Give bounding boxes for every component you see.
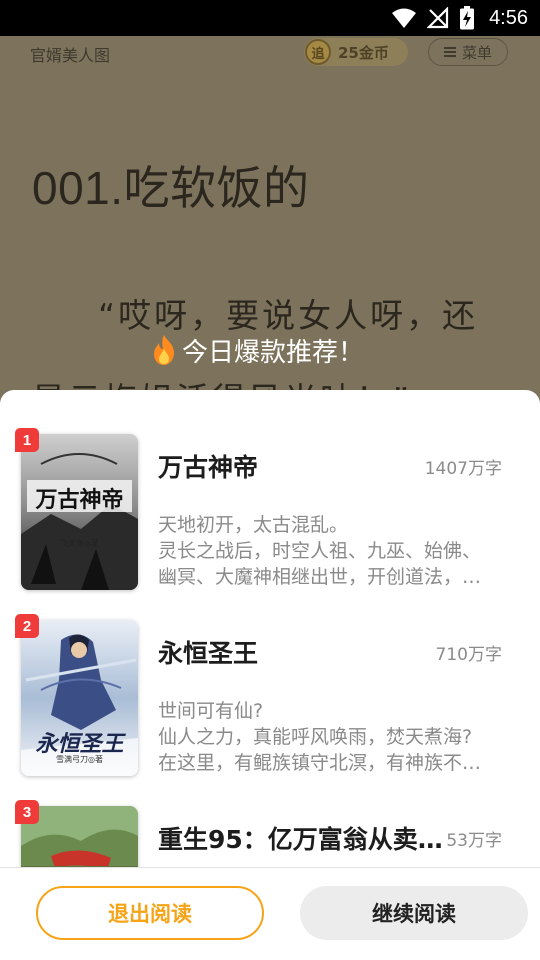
wifi-icon <box>392 8 417 28</box>
rank-badge: 2 <box>15 614 39 638</box>
menu-label: 菜单 <box>461 43 492 62</box>
word-count: 710万字 <box>435 645 502 665</box>
book-item[interactable]: 2 永恒圣王 雪满弓刀◎著 永恒圣王 710万字 世间可有仙? 仙人之力，真能呼… <box>0 576 540 776</box>
fire-icon <box>154 335 174 365</box>
word-count: 1407万字 <box>424 459 502 479</box>
menu-icon <box>443 47 456 57</box>
coin-icon: 追 <box>305 39 331 65</box>
desc-line: 世间可有仙? <box>158 700 264 722</box>
book-cover[interactable]: 万古神帝 飞天鱼◎著 <box>21 434 138 590</box>
coin-badge[interactable]: 追 25金币 <box>304 38 408 66</box>
word-count: 53万字 <box>446 831 502 851</box>
cover-author: 飞天鱼◎著 <box>60 539 99 548</box>
cover-title: 万古神帝 <box>35 487 124 513</box>
desc-line: 灵长之战后，时空人祖、九巫、始佛、 <box>158 540 482 562</box>
desc-line: 天地初开，太古混乱。 <box>158 514 349 536</box>
book-list[interactable]: 1 万古神帝 飞天鱼◎著 万古神帝 1407万字 天地初开，太古混乱。 灵长之战… <box>0 390 540 867</box>
rank-badge: 1 <box>15 428 39 452</box>
sheet-footer: 退出阅读 继续阅读 <box>0 867 540 960</box>
coin-amount: 25金币 <box>338 43 389 62</box>
recommend-sheet: 1 万古神帝 飞天鱼◎著 万古神帝 1407万字 天地初开，太古混乱。 灵长之战… <box>0 390 540 960</box>
promo-header: 今日爆款推荐！ <box>150 330 364 370</box>
book-title: 永恒圣王 <box>158 639 259 668</box>
signal-off-icon <box>427 7 449 29</box>
battery-charging-icon <box>460 6 475 30</box>
chapter-title: 001.吃软饭的 <box>32 162 310 214</box>
reader-header: 官婿美人图 追 25金币 菜单 <box>0 36 540 70</box>
book-item[interactable]: 3 重生95：亿万富翁从卖… 53万字 <box>0 762 540 867</box>
status-bar: 4:56 <box>0 0 540 36</box>
exit-reading-button[interactable]: 退出阅读 <box>36 886 264 940</box>
status-icons: 4:56 <box>391 0 528 36</box>
rank-badge: 3 <box>15 800 39 824</box>
menu-button[interactable]: 菜单 <box>428 38 508 66</box>
reader-book-name: 官婿美人图 <box>30 46 111 65</box>
book-title: 万古神帝 <box>158 453 259 482</box>
continue-reading-button[interactable]: 继续阅读 <box>300 886 528 940</box>
promo-title: 今日爆款推荐！ <box>182 337 365 368</box>
desc-line: 仙人之力，真能呼风唤雨，焚天煮海? <box>158 726 473 748</box>
status-time: 4:56 <box>489 6 528 29</box>
book-cover[interactable]: 永恒圣王 雪满弓刀◎著 <box>21 620 138 776</box>
book-item[interactable]: 1 万古神帝 飞天鱼◎著 万古神帝 1407万字 天地初开，太古混乱。 灵长之战… <box>0 390 540 590</box>
book-title: 重生95：亿万富翁从卖… <box>158 825 443 854</box>
